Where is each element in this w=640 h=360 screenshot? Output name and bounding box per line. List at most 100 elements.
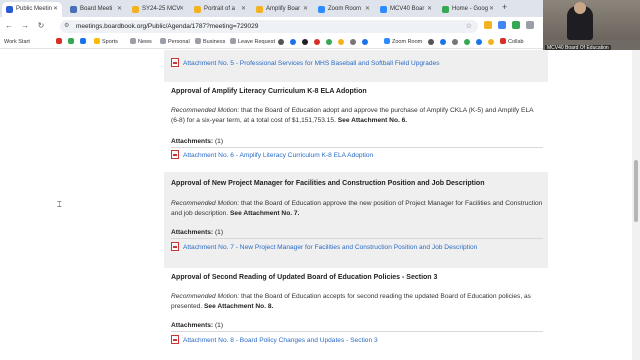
recommended-motion: Recommended Motion: that the Board of Ed… — [171, 106, 543, 126]
tab-home-google[interactable]: Home - Goog ✕ — [438, 2, 498, 17]
bookmark-personal[interactable]: Personal — [160, 38, 190, 47]
close-icon[interactable]: ✕ — [117, 2, 122, 17]
reload-icon[interactable]: ↻ — [36, 21, 46, 30]
bookmark-icon[interactable] — [302, 39, 308, 45]
attachment-link-8[interactable]: Attachment No. 8 - Board Policy Changes … — [171, 335, 378, 345]
tab-title: Home - Goog — [452, 6, 489, 12]
bookmark-icon[interactable] — [350, 39, 356, 45]
bookmark-collab[interactable]: Collab — [500, 38, 524, 47]
bookmark-drive[interactable] — [68, 38, 76, 47]
extensions-puzzle-icon[interactable] — [526, 21, 534, 29]
zoom-icon — [384, 38, 390, 44]
bookmark-business[interactable]: Business — [195, 38, 225, 47]
tab-title: Portrait of a — [204, 6, 236, 12]
tab-board-meeting[interactable]: Board Meeti ✕ — [66, 2, 126, 17]
divider — [171, 238, 543, 239]
bookmark-docs[interactable] — [80, 38, 88, 47]
tab-mcv40-board[interactable]: MCV40 Boar ✕ — [376, 2, 436, 17]
bookmark-icon[interactable] — [338, 39, 344, 45]
tab-portrait[interactable]: Portrait of a ✕ — [190, 2, 250, 17]
attachments-label: Attachments: — [171, 229, 214, 236]
slides-favicon-icon — [194, 6, 201, 13]
agenda-item-heading: Approval of Second Reading of Updated Bo… — [171, 274, 438, 281]
attachments-label: Attachments: — [171, 138, 214, 145]
attachment-link-6[interactable]: Attachment No. 6 - Amplify Literacy Curr… — [171, 150, 373, 160]
bookmark-label: Leave Request — [238, 39, 275, 45]
bookmark-icon[interactable] — [476, 39, 482, 45]
new-tab-icon[interactable]: + — [502, 2, 507, 12]
attachments-count: (1) — [214, 229, 224, 236]
motion-label: Recommended Motion: — [171, 107, 240, 114]
agenda-item-amplify: Approval of Amplify Literacy Curriculum … — [164, 82, 548, 172]
tab-title: Zoom Room — [328, 6, 362, 12]
bookmark-icon[interactable] — [326, 39, 332, 45]
tab-public-meeting[interactable]: Public Meetin ✕ — [2, 2, 62, 17]
pdf-icon — [171, 150, 179, 159]
back-icon[interactable]: ← — [4, 21, 14, 30]
bookmark-zoom-room[interactable]: Zoom Room — [384, 38, 422, 47]
docs-icon — [80, 38, 86, 44]
attachment-text: Attachment No. 7 - New Project Manager f… — [183, 244, 478, 251]
bookmark-star-icon[interactable]: ☆ — [466, 20, 472, 33]
bookmark-icon[interactable] — [440, 39, 446, 45]
collab-icon — [500, 38, 506, 44]
page-scrollbar-thumb[interactable] — [634, 160, 638, 222]
divider — [171, 331, 543, 332]
bookmark-icon[interactable] — [428, 39, 434, 45]
attachment-link-7[interactable]: Attachment No. 7 - New Project Manager f… — [171, 242, 477, 252]
tab-amplify-board[interactable]: Amplify Boar ✕ — [252, 2, 312, 17]
agenda-item-policies: Approval of Second Reading of Updated Bo… — [164, 268, 548, 360]
close-icon[interactable]: ✕ — [241, 2, 246, 17]
attachments-count: (1) — [214, 138, 224, 145]
agenda-item-heading: Approval of New Project Manager for Faci… — [171, 180, 485, 187]
drive-icon — [68, 38, 74, 44]
bookmark-label: Personal — [168, 39, 190, 45]
video-person-head — [574, 2, 586, 14]
forward-icon[interactable]: → — [20, 21, 30, 30]
divider — [171, 147, 543, 148]
attachments-label-row: Attachments: (1) — [171, 322, 223, 329]
attachments-count: (1) — [214, 322, 224, 329]
mouse-cursor-icon: ⌶ — [57, 200, 62, 209]
bookmark-label: Work Start — [4, 39, 30, 45]
extension-icon[interactable] — [498, 21, 506, 29]
tab-zoom-room[interactable]: Zoom Room ✕ — [314, 2, 374, 17]
tab-sy24-25[interactable]: SY24-25 MCV ✕ — [128, 2, 188, 17]
extension-icon[interactable] — [484, 21, 492, 29]
bookmark-sports[interactable]: Sports — [94, 38, 118, 47]
bookmark-icon[interactable] — [362, 39, 368, 45]
bookmark-icon[interactable] — [464, 39, 470, 45]
bookmark-icon[interactable] — [488, 39, 494, 45]
bookmark-icon[interactable] — [314, 39, 320, 45]
close-icon[interactable]: ✕ — [179, 2, 184, 17]
close-icon[interactable]: ✕ — [53, 2, 58, 17]
agenda-item-previous: Attachment No. 5 - Professional Services… — [164, 50, 548, 82]
bookmark-icon[interactable] — [290, 39, 296, 45]
bookmark-news[interactable]: News — [130, 38, 152, 47]
address-bar[interactable]: ⚙ meetings.boardbook.org/Public/Agenda/1… — [60, 20, 478, 33]
attachments-label-row: Attachments: (1) — [171, 229, 223, 236]
motion-reference: See Attachment No. 6. — [337, 117, 408, 124]
extension-icon[interactable] — [512, 21, 520, 29]
motion-label: Recommended Motion: — [171, 200, 240, 207]
attachment-text: Attachment No. 5 - Professional Services… — [183, 60, 440, 67]
folder-icon — [160, 38, 166, 44]
bookmark-icon[interactable] — [452, 39, 458, 45]
video-overlay[interactable]: MCV40 Board Of Education — [543, 0, 640, 53]
folder-icon — [130, 38, 136, 44]
close-icon[interactable]: ✕ — [427, 2, 432, 17]
site-info-icon[interactable]: ⚙ — [64, 20, 69, 33]
recommended-motion: Recommended Motion: that the Board of Ed… — [171, 292, 543, 312]
link-icon — [230, 38, 236, 44]
bookmark-gmail[interactable] — [56, 38, 64, 47]
close-icon[interactable]: ✕ — [489, 2, 494, 17]
address-text: meetings.boardbook.org/Public/Agenda/178… — [76, 23, 259, 30]
tab-title: Amplify Boar — [266, 6, 301, 12]
bookmark-work-start[interactable]: Work Start — [4, 38, 30, 47]
agenda-item-heading: Approval of Amplify Literacy Curriculum … — [171, 88, 367, 95]
close-icon[interactable]: ✕ — [365, 2, 370, 17]
close-icon[interactable]: ✕ — [303, 2, 308, 17]
bookmark-icon[interactable] — [278, 39, 284, 45]
bookmark-leave-request[interactable]: Leave Request — [230, 38, 275, 47]
attachment-link-5[interactable]: Attachment No. 5 - Professional Services… — [171, 58, 440, 68]
